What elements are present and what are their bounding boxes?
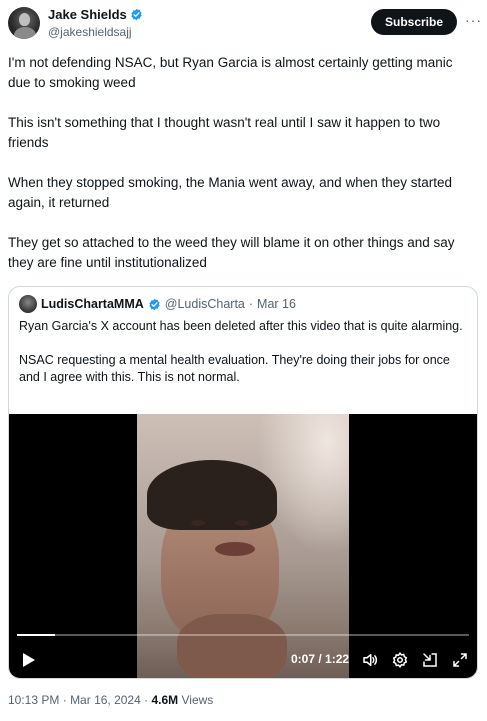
tweet-paragraph: When they stopped smoking, the Mania wen…	[8, 175, 453, 210]
volume-icon[interactable]	[361, 651, 379, 669]
quote-author-name: LudisChartaMMA	[41, 297, 144, 311]
video-timecode: 0:07 / 1:22	[291, 652, 350, 666]
tweet-paragraph: They get so attached to the weed they wi…	[8, 235, 455, 270]
fullscreen-icon[interactable]	[451, 651, 469, 669]
verified-badge-icon	[149, 298, 160, 310]
quote-author-handle: @LudisCharta	[164, 297, 245, 311]
settings-icon[interactable]	[391, 651, 409, 669]
quote-paragraph: Ryan Garcia's X account has been deleted…	[19, 319, 463, 333]
views-label: Views	[181, 693, 214, 707]
video-progress-fill	[17, 634, 56, 636]
quote-paragraph: NSAC requesting a mental health evaluati…	[19, 353, 450, 384]
verified-badge-icon	[131, 8, 142, 21]
video-progress-bar[interactable]	[17, 634, 469, 636]
play-icon[interactable]	[22, 652, 36, 668]
video-frame	[137, 414, 349, 678]
views-count: 4.6M	[151, 693, 179, 707]
tweet-date[interactable]: Mar 16, 2024	[70, 693, 141, 707]
quote-header: LudisChartaMMA @LudisCharta · Mar 16	[19, 295, 296, 313]
subscribe-button[interactable]: Subscribe	[371, 9, 457, 35]
quote-text: Ryan Garcia's X account has been deleted…	[19, 318, 467, 403]
quote-separator: ·	[248, 297, 254, 311]
video-player[interactable]: 0:07 / 1:22	[9, 414, 477, 678]
quote-author-avatar	[19, 295, 37, 313]
tweet-text: I'm not defending NSAC, but Ryan Garcia …	[8, 53, 478, 293]
meta-separator: ·	[62, 693, 67, 707]
author-name-row: Jake Shields	[48, 7, 143, 22]
tweet-paragraph: I'm not defending NSAC, but Ryan Garcia …	[8, 55, 453, 90]
quoted-tweet[interactable]: LudisChartaMMA @LudisCharta · Mar 16 Rya…	[8, 286, 478, 679]
author-handle[interactable]: @jakeshieldsajj	[48, 25, 132, 39]
author-avatar[interactable]	[8, 7, 40, 39]
tweet-meta: 10:13 PM · Mar 16, 2024 · 4.6M Views	[8, 693, 213, 707]
more-options-icon[interactable]: ···	[465, 12, 482, 28]
tweet-paragraph: This isn't something that I thought wasn…	[8, 115, 441, 150]
meta-separator: ·	[144, 693, 149, 707]
tweet-time[interactable]: 10:13 PM	[8, 693, 59, 707]
exit-embed-icon[interactable]	[421, 651, 439, 669]
tweet-header: Jake Shields @jakeshieldsajj Subscribe ·…	[8, 6, 482, 40]
author-name[interactable]: Jake Shields	[48, 7, 127, 22]
quote-date: Mar 16	[257, 297, 296, 311]
